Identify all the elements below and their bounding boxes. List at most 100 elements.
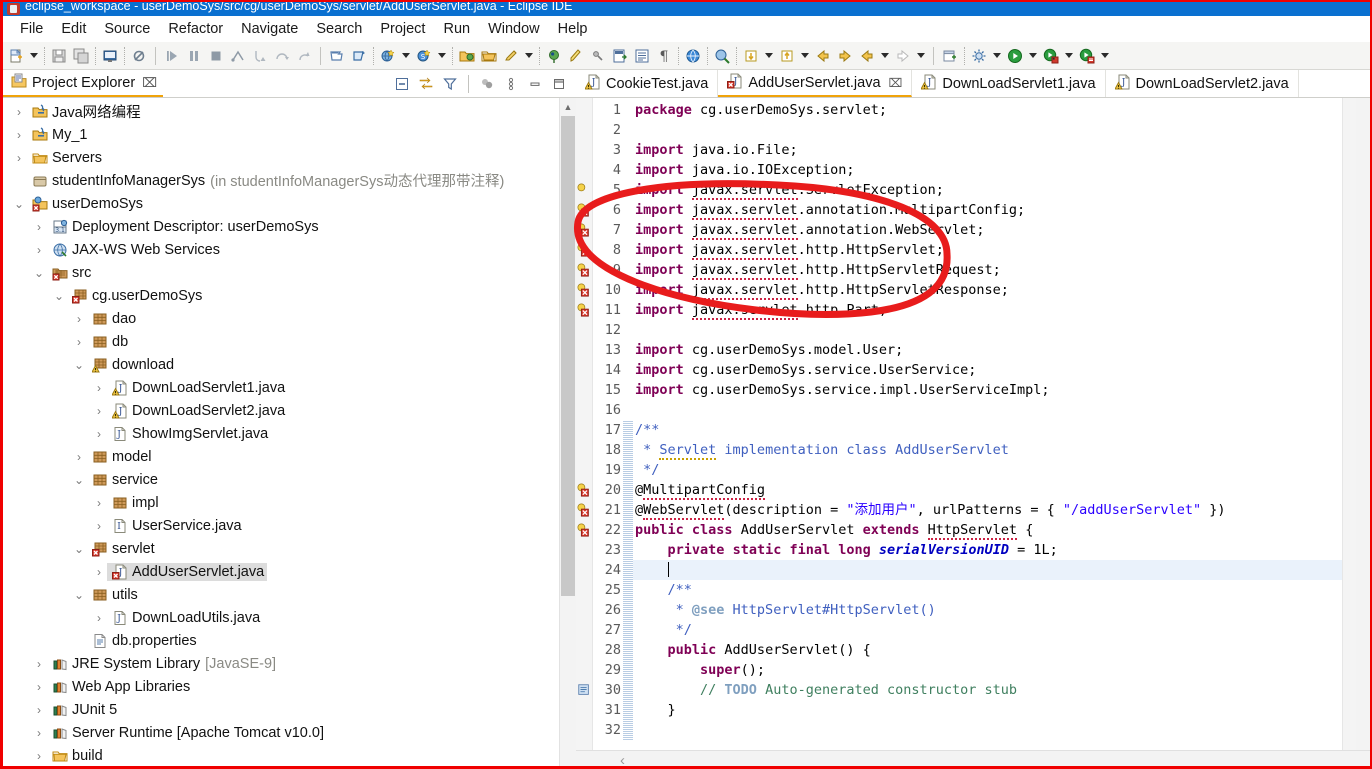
chevron-right-icon[interactable]: › xyxy=(31,749,47,763)
code-line[interactable]: import java.io.File; xyxy=(633,140,1342,160)
code-line[interactable]: @MultipartConfig xyxy=(633,480,1342,500)
chevron-down-icon[interactable]: ⌄ xyxy=(71,588,87,602)
code-line[interactable]: import javax.servlet.http.HttpServletRes… xyxy=(633,280,1342,300)
error-marker-icon[interactable] xyxy=(576,240,592,260)
menu-refactor[interactable]: Refactor xyxy=(159,19,232,39)
code-line[interactable]: public class AddUserServlet extends Http… xyxy=(633,520,1342,540)
tree-item-downloadservlet2-java[interactable]: › J DownLoadServlet2.java xyxy=(3,399,559,422)
code-line[interactable]: /** xyxy=(633,420,1342,440)
back-history-dropdown[interactable] xyxy=(881,53,889,58)
code-line[interactable]: private static final long serialVersionU… xyxy=(633,540,1342,560)
fold-marker[interactable] xyxy=(623,660,633,680)
close-icon[interactable]: ⌧ xyxy=(142,75,157,91)
menu-search[interactable]: Search xyxy=(307,19,371,39)
fold-marker[interactable] xyxy=(623,460,633,480)
error-marker-icon[interactable] xyxy=(576,280,592,300)
code-line[interactable] xyxy=(633,320,1342,340)
run-as-server-icon[interactable] xyxy=(1040,45,1062,67)
code-line[interactable]: import javax.servlet.ServletException; xyxy=(633,180,1342,200)
annotation-icon[interactable] xyxy=(543,45,565,67)
chevron-down-icon[interactable]: ⌄ xyxy=(51,289,67,303)
back-icon[interactable] xyxy=(812,45,834,67)
tree-item-impl[interactable]: › impl xyxy=(3,491,559,514)
tree-item-cg-userdemosys[interactable]: ⌄ cg.userDemoSys xyxy=(3,284,559,307)
code-line[interactable]: */ xyxy=(633,620,1342,640)
run-icon[interactable] xyxy=(1004,45,1026,67)
search-icon[interactable] xyxy=(711,45,733,67)
error-marker-icon[interactable] xyxy=(576,200,592,220)
tree-item-service[interactable]: ⌄ service xyxy=(3,468,559,491)
tree-item-utils[interactable]: ⌄ utils xyxy=(3,583,559,606)
chevron-right-icon[interactable]: › xyxy=(31,680,47,694)
forward-icon[interactable] xyxy=(834,45,856,67)
code-line[interactable]: @WebServlet(description = "添加用户", urlPat… xyxy=(633,500,1342,520)
menu-file[interactable]: File xyxy=(11,19,52,39)
open-folder2-icon[interactable] xyxy=(478,45,500,67)
code-line[interactable]: super(); xyxy=(633,660,1342,680)
view-menu-icon[interactable] xyxy=(500,73,522,95)
tree-item-userservice-java[interactable]: › I UserService.java xyxy=(3,514,559,537)
save-all-icon[interactable] xyxy=(70,45,92,67)
next-annotation-icon[interactable] xyxy=(740,45,762,67)
properties-icon[interactable] xyxy=(631,45,653,67)
todo-marker-icon[interactable] xyxy=(576,680,592,700)
error-marker-icon[interactable] xyxy=(576,260,592,280)
tree-item-src[interactable]: ⌄ src xyxy=(3,261,559,284)
tree-item-jre-system-library[interactable]: › JRE System Library [JavaSE-9] xyxy=(3,652,559,675)
toggle-icon[interactable] xyxy=(587,45,609,67)
filter-icon[interactable] xyxy=(439,73,461,95)
tree-item-junit-5[interactable]: › JUnit 5 xyxy=(3,698,559,721)
maximize-view-icon[interactable] xyxy=(548,73,570,95)
previous-annotation-dropdown[interactable] xyxy=(801,53,809,58)
collapse-all-icon[interactable] xyxy=(391,73,413,95)
open-folder-icon[interactable] xyxy=(456,45,478,67)
suspend-icon[interactable] xyxy=(183,45,205,67)
code-line[interactable] xyxy=(633,720,1342,740)
code-line[interactable]: public AddUserServlet() { xyxy=(633,640,1342,660)
menu-window[interactable]: Window xyxy=(479,19,549,39)
scroll-up-icon[interactable]: ▲ xyxy=(560,98,576,115)
code-line[interactable]: import cg.userDemoSys.service.UserServic… xyxy=(633,360,1342,380)
scrollbar-thumb[interactable] xyxy=(561,116,575,596)
code-line[interactable]: * @see HttpServlet#HttpServlet() xyxy=(633,600,1342,620)
tree-item-adduserservlet-java[interactable]: › J AddUserServlet.java xyxy=(3,560,559,583)
forward-history-icon[interactable] xyxy=(892,45,914,67)
fold-marker[interactable] xyxy=(623,500,633,520)
run-dropdown[interactable] xyxy=(1029,53,1037,58)
external-tools-icon[interactable] xyxy=(968,45,990,67)
tree-item-servlet[interactable]: ⌄ servlet xyxy=(3,537,559,560)
tree-item-downloadservlet1-java[interactable]: › J DownLoadServlet1.java xyxy=(3,376,559,399)
menu-navigate[interactable]: Navigate xyxy=(232,19,307,39)
tree-item-showimgservlet-java[interactable]: › J ShowImgServlet.java xyxy=(3,422,559,445)
new-java-package-icon[interactable] xyxy=(377,45,399,67)
new-editor-icon[interactable] xyxy=(939,45,961,67)
code-line[interactable]: import javax.servlet.http.HttpServlet; xyxy=(633,240,1342,260)
code-line[interactable] xyxy=(633,560,1342,580)
chevron-right-icon[interactable]: › xyxy=(11,128,27,142)
chevron-right-icon[interactable]: › xyxy=(11,105,27,119)
error-marker-icon[interactable] xyxy=(576,500,592,520)
export-icon[interactable] xyxy=(609,45,631,67)
fold-marker[interactable] xyxy=(623,480,633,500)
new-wizard-dropdown[interactable] xyxy=(30,53,38,58)
chevron-down-icon[interactable]: ⌄ xyxy=(71,542,87,556)
chevron-right-icon[interactable]: › xyxy=(91,565,107,579)
focus-on-active-task-icon[interactable] xyxy=(476,73,498,95)
chevron-right-icon[interactable]: › xyxy=(31,726,47,740)
error-marker-icon[interactable] xyxy=(576,300,592,320)
tree-item-java[interactable]: › Java网络编程 xyxy=(3,100,559,123)
tree-item-model[interactable]: › model xyxy=(3,445,559,468)
tree-item-studentinfomanagersys[interactable]: studentInfoManagerSys (in studentInfoMana… xyxy=(3,169,559,192)
code-line[interactable]: * Servlet implementation class AddUserSe… xyxy=(633,440,1342,460)
code-line[interactable] xyxy=(633,400,1342,420)
editor-tab-cookietest-java[interactable]: J CookieTest.java xyxy=(576,70,719,97)
whitespace-icon[interactable]: ¶ xyxy=(653,45,675,67)
edit-icon[interactable] xyxy=(500,45,522,67)
new-wizard-icon[interactable] xyxy=(5,45,27,67)
overview-ruler[interactable] xyxy=(1342,98,1356,750)
editor-horizontal-scrollbar[interactable]: ‹ xyxy=(576,750,1370,766)
chevron-right-icon[interactable]: › xyxy=(71,450,87,464)
new-java-package-dropdown[interactable] xyxy=(402,53,410,58)
code-editor[interactable]: package cg.userDemoSys.servlet; import ja… xyxy=(633,98,1342,750)
code-line[interactable]: import javax.servlet.http.HttpServletReq… xyxy=(633,260,1342,280)
